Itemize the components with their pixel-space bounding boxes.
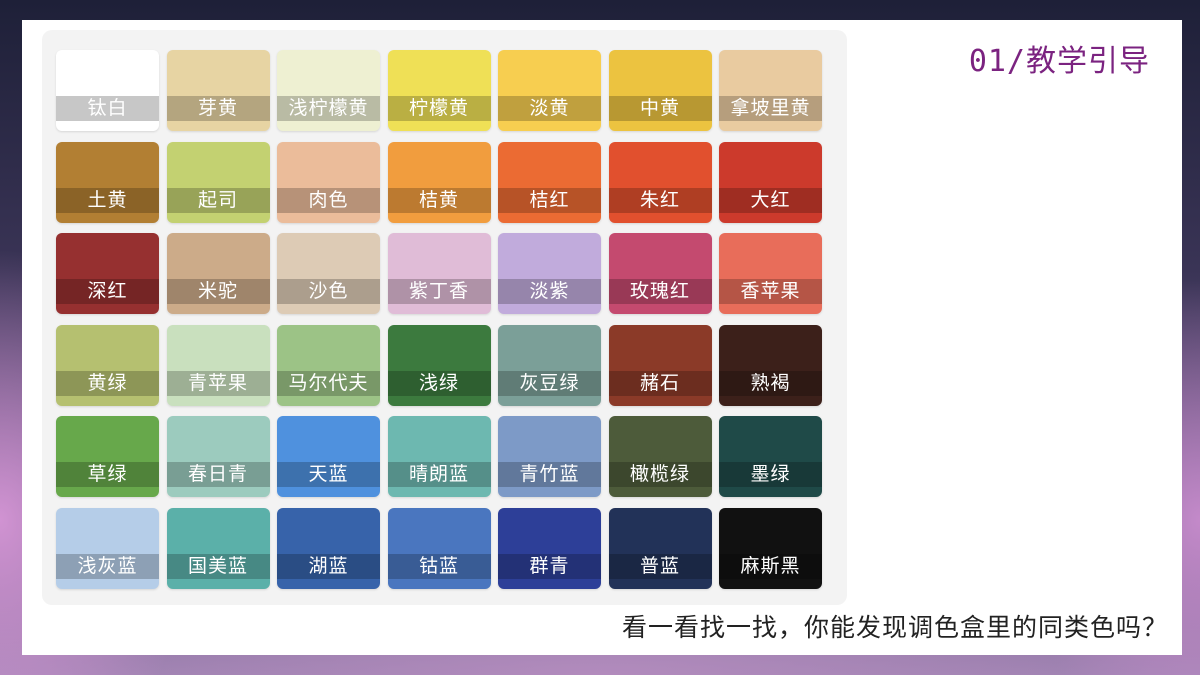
- swatch-label: 肉色: [277, 187, 380, 213]
- color-swatch: 柠檬黄: [387, 50, 491, 131]
- swatch-label: 桔黄: [387, 187, 491, 213]
- color-swatch: 橄榄绿: [608, 416, 712, 497]
- swatch-label: 深红: [56, 279, 159, 304]
- color-swatch: 墨绿: [719, 416, 822, 497]
- swatch-label: 淡黄: [498, 96, 601, 121]
- swatch-label: 湖蓝: [277, 553, 380, 579]
- swatch-label: 黄绿: [56, 370, 159, 396]
- color-swatch: 朱红: [608, 141, 712, 223]
- color-swatch: 草绿: [56, 416, 159, 497]
- swatch-label: 浅灰蓝: [56, 553, 159, 579]
- color-swatch: 普蓝: [608, 507, 712, 589]
- swatch-label: 米驼: [166, 279, 270, 304]
- swatch-label: 大红: [719, 187, 822, 213]
- swatch-label: 青苹果: [166, 370, 270, 396]
- swatch-label: 马尔代夫: [277, 370, 380, 396]
- slide: 钛白 芽黄 浅柠檬黄 柠檬黄 淡黄 中黄 拿坡里黄土黄 起司 肉色 桔黄 桔红 朱红 大红深红 米驼 沙色紫…: [22, 20, 1182, 655]
- swatch-label: 橄榄绿: [608, 462, 712, 487]
- color-swatch: 沙色: [277, 233, 380, 314]
- swatch-label: 朱红: [608, 187, 712, 213]
- swatch-label: 赭石: [608, 370, 712, 396]
- color-swatch: 晴朗蓝: [387, 416, 491, 497]
- color-swatch: 麻斯黑: [719, 507, 822, 589]
- swatch-label: 浅绿: [387, 370, 491, 396]
- swatch-label: 钴蓝: [387, 553, 491, 579]
- swatch-label: 国美蓝: [166, 553, 270, 579]
- color-swatch: 肉色: [277, 141, 380, 223]
- color-swatch: 浅绿: [387, 324, 491, 406]
- swatch-label: 桔红: [498, 187, 601, 213]
- color-palette-box: 钛白 芽黄 浅柠檬黄 柠檬黄 淡黄 中黄 拿坡里黄土黄 起司 肉色 桔黄 桔红 朱红 大红深红 米驼 沙色紫…: [42, 30, 847, 605]
- swatch-label: 灰豆绿: [498, 370, 601, 396]
- swatch-label: 柠檬黄: [387, 96, 491, 121]
- swatch-label: 普蓝: [608, 553, 712, 579]
- color-swatch: 钛白: [56, 50, 159, 131]
- color-swatch: 深红: [56, 233, 159, 314]
- color-swatch: 青苹果: [166, 324, 270, 406]
- swatch-label: 淡紫: [498, 279, 601, 304]
- color-swatch: 马尔代夫: [277, 324, 380, 406]
- swatch-label: 浅柠檬黄: [277, 96, 380, 121]
- swatch-label: 芽黄: [166, 96, 270, 121]
- color-swatch: 大红: [719, 141, 822, 223]
- swatch-label: 墨绿: [719, 462, 822, 487]
- color-swatch: 玫瑰红: [608, 233, 712, 314]
- swatch-label: 起司: [166, 187, 270, 213]
- color-swatch: 桔黄: [387, 141, 491, 223]
- color-swatch: 春日青: [166, 416, 270, 497]
- swatch-label: 拿坡里黄: [719, 96, 822, 121]
- swatch-label: 紫丁香: [387, 279, 491, 304]
- swatch-label: 春日青: [166, 462, 270, 487]
- swatch-label: 香苹果: [719, 279, 822, 304]
- color-swatch: 青竹蓝: [498, 416, 601, 497]
- color-swatch: 拿坡里黄: [719, 50, 822, 131]
- swatch-label: 麻斯黑: [719, 553, 822, 579]
- color-swatch: 土黄: [56, 141, 159, 223]
- swatch-label: 草绿: [56, 462, 159, 487]
- color-swatch: 芽黄: [166, 50, 270, 131]
- color-swatch: 浅柠檬黄: [277, 50, 380, 131]
- color-swatch: 紫丁香: [387, 233, 491, 314]
- color-swatch: 桔红: [498, 141, 601, 223]
- swatch-label: 熟褐: [719, 370, 822, 396]
- color-swatch: 米驼: [166, 233, 270, 314]
- slide-caption: 看一看找一找，你能发现调色盒里的同类色吗？: [621, 613, 1168, 642]
- swatch-label: 土黄: [56, 187, 159, 213]
- swatch-label: 天蓝: [277, 462, 380, 487]
- color-swatch: 钴蓝: [387, 507, 491, 589]
- color-swatch: 灰豆绿: [498, 324, 601, 406]
- swatch-grid: 钛白 芽黄 浅柠檬黄 柠檬黄 淡黄 中黄 拿坡里黄土黄 起司 肉色 桔黄 桔红 朱红 大红深红 米驼 沙色紫…: [56, 50, 822, 589]
- color-swatch: 淡黄: [498, 50, 601, 131]
- swatch-label: 钛白: [56, 96, 159, 121]
- color-swatch: 中黄: [608, 50, 712, 131]
- color-swatch: 淡紫: [498, 233, 601, 314]
- slide-title: 01/教学引导: [968, 44, 1150, 79]
- color-swatch: 熟褐: [719, 324, 822, 406]
- color-swatch: 群青: [498, 507, 601, 589]
- swatch-label: 玫瑰红: [608, 279, 712, 304]
- swatch-label: 沙色: [277, 279, 380, 304]
- color-swatch: 起司: [166, 141, 270, 223]
- swatch-label: 中黄: [608, 96, 712, 121]
- color-swatch: 湖蓝: [277, 507, 380, 589]
- color-swatch: 香苹果: [719, 233, 822, 314]
- swatch-label: 群青: [498, 553, 601, 579]
- color-swatch: 赭石: [608, 324, 712, 406]
- color-swatch: 国美蓝: [166, 507, 270, 589]
- color-swatch: 天蓝: [277, 416, 380, 497]
- swatch-label: 青竹蓝: [498, 462, 601, 487]
- color-swatch: 黄绿: [56, 324, 159, 406]
- swatch-label: 晴朗蓝: [387, 462, 491, 487]
- color-swatch: 浅灰蓝: [56, 507, 159, 589]
